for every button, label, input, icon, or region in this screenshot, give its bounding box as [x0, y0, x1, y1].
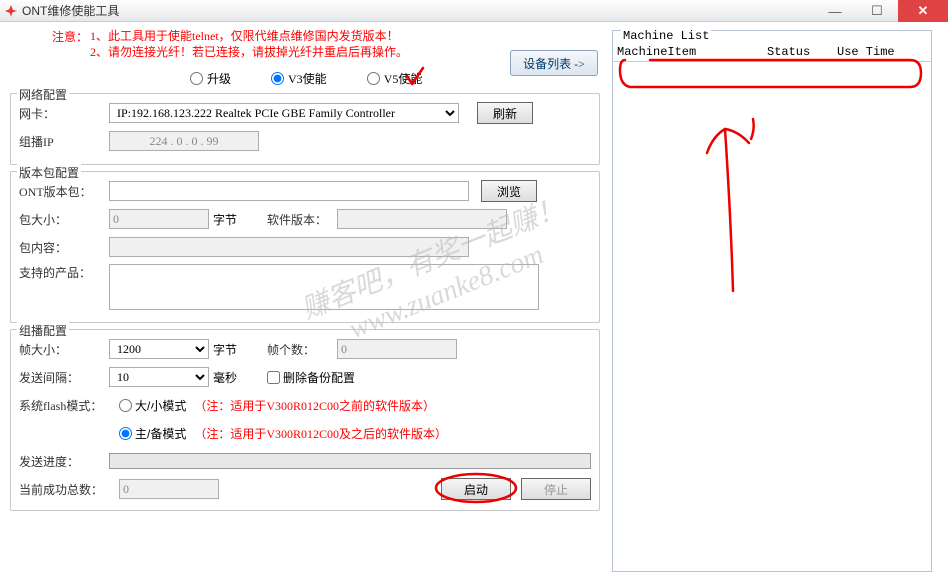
machine-list-header: MachineItem Status Use Time [613, 43, 931, 62]
ont-pkg-label: ONT版本包： [19, 183, 109, 200]
package-config-legend: 版本包配置 [17, 164, 81, 181]
package-config-group: 版本包配置 ONT版本包： 浏览 包大小： 字节 软件版本： 包内容： 支持的产… [10, 171, 600, 323]
flash-main-note: （注：适用于V300R012C00及之后的软件版本） [194, 425, 447, 442]
network-config-group: 网络配置 网卡： IP:192.168.123.222 Realtek PCIe… [10, 93, 600, 165]
flash-small-radio[interactable]: 大/小模式 [119, 397, 186, 414]
maximize-button[interactable]: ☐ [856, 0, 898, 22]
success-count-label: 当前成功总数： [19, 481, 119, 498]
delete-backup-checkbox[interactable]: 删除备份配置 [267, 369, 355, 386]
machine-list-panel: Machine List MachineItem Status Use Time [612, 30, 932, 572]
machine-list-legend: Machine List [621, 29, 711, 43]
ont-pkg-input[interactable] [109, 181, 469, 201]
network-config-legend: 网络配置 [17, 86, 69, 103]
multicast-config-group: 组播配置 帧大小： 1200 字节 帧个数： 发送间隔： 10 毫秒 删除备份配… [10, 329, 600, 511]
progress-label: 发送进度： [19, 453, 109, 470]
progress-bar [109, 453, 591, 469]
interval-label: 发送间隔： [19, 369, 109, 386]
frame-count-label: 帧个数： [267, 341, 337, 358]
mcast-ip-label: 组播IP [19, 133, 109, 150]
support-label: 支持的产品： [19, 264, 109, 281]
soft-ver-input [337, 209, 507, 229]
start-button[interactable]: 启动 [441, 478, 511, 500]
frame-count-input [337, 339, 457, 359]
browse-button[interactable]: 浏览 [481, 180, 537, 202]
machine-list-body [613, 62, 931, 562]
mode-upgrade-radio[interactable]: 升级 [190, 70, 231, 87]
window-title: ONT维修使能工具 [22, 2, 119, 19]
pkg-size-input [109, 209, 209, 229]
support-textarea [109, 264, 539, 310]
flash-main-radio[interactable]: 主/备模式 [119, 425, 186, 442]
pkg-size-label: 包大小： [19, 211, 109, 228]
refresh-button[interactable]: 刷新 [477, 102, 533, 124]
stop-button: 停止 [521, 478, 591, 500]
warning-line-1: 1、此工具用于使能telnet，仅限代维点维修国内发货版本！ [90, 28, 408, 44]
flash-small-note: （注：适用于V300R012C00之前的软件版本） [194, 397, 435, 414]
col-usetime: Use Time [837, 45, 917, 59]
nic-select[interactable]: IP:192.168.123.222 Realtek PCIe GBE Fami… [109, 103, 459, 123]
nic-label: 网卡： [19, 105, 109, 122]
warning-line-2: 2、请勿连接光纤！若已连接，请拔掉光纤并重启后再操作。 [90, 44, 408, 60]
frame-size-label: 帧大小： [19, 341, 109, 358]
app-logo-icon [4, 4, 18, 18]
warning-label: 注意： [10, 28, 90, 60]
close-button[interactable]: ✕ [898, 0, 948, 22]
col-machineitem: MachineItem [617, 45, 767, 59]
frame-size-select[interactable]: 1200 [109, 339, 209, 359]
mode-v3-radio[interactable]: V3使能 [271, 70, 327, 87]
mcast-ip-input [109, 131, 259, 151]
soft-ver-label: 软件版本： [267, 211, 337, 228]
flash-mode-label: 系统flash模式： [19, 397, 119, 414]
success-count-input [119, 479, 219, 499]
multicast-config-legend: 组播配置 [17, 322, 69, 339]
left-pane: 注意： 1、此工具用于使能telnet，仅限代维点维修国内发货版本！ 2、请勿连… [0, 22, 608, 580]
pkg-size-unit: 字节 [213, 211, 237, 228]
frame-size-unit: 字节 [213, 341, 237, 358]
pkg-content-input [109, 237, 469, 257]
pkg-content-label: 包内容： [19, 239, 109, 256]
titlebar: ONT维修使能工具 — ☐ ✕ [0, 0, 948, 22]
device-list-button[interactable]: 设备列表 -> [510, 50, 598, 76]
interval-unit: 毫秒 [213, 369, 237, 386]
mode-v5-radio[interactable]: V5使能 [367, 70, 423, 87]
col-status: Status [767, 45, 837, 59]
minimize-button[interactable]: — [814, 0, 856, 22]
interval-select[interactable]: 10 [109, 367, 209, 387]
